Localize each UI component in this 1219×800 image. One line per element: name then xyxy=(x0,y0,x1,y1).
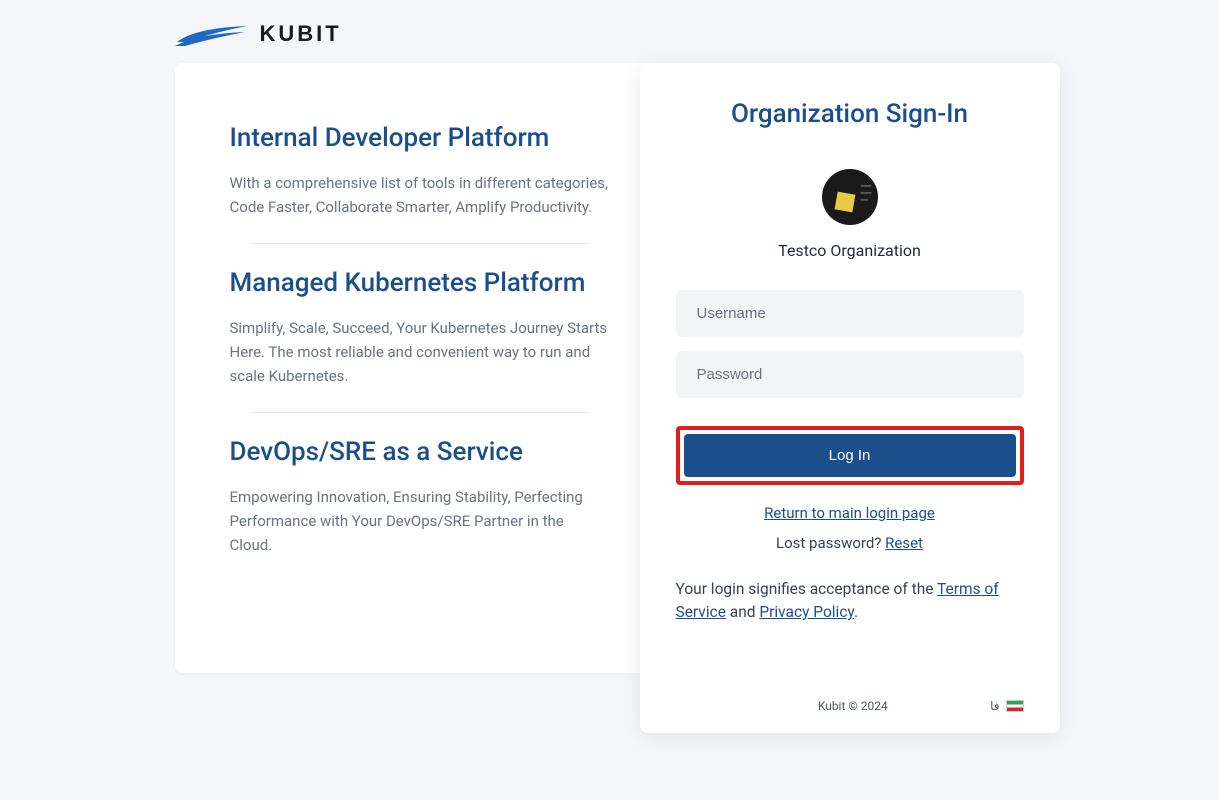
brand-name: KUBIT xyxy=(260,21,342,47)
divider xyxy=(250,412,590,413)
feature-title: Managed Kubernetes Platform xyxy=(230,268,610,298)
legal-text: Your login signifies acceptance of the T… xyxy=(676,578,1024,625)
feature-block: Managed Kubernetes Platform Simplify, Sc… xyxy=(230,268,610,388)
brand-logo: KUBIT xyxy=(175,20,1045,48)
flag-icon xyxy=(1006,700,1024,712)
feature-desc: Simplify, Scale, Succeed, Your Kubernete… xyxy=(230,316,610,388)
divider xyxy=(250,243,590,244)
logo-icon xyxy=(175,20,250,48)
return-main-login-link[interactable]: Return to main login page xyxy=(764,504,935,522)
username-input[interactable] xyxy=(676,290,1024,337)
footer-copyright: Kubit © 2024 xyxy=(716,699,991,713)
lang-label: فا xyxy=(990,699,999,713)
feature-desc: With a comprehensive list of tools in di… xyxy=(230,171,610,219)
feature-block: Internal Developer Platform With a compr… xyxy=(230,123,610,219)
login-panel: Organization Sign-In ━━━━━━━━ Testco Org… xyxy=(640,63,1060,733)
login-button[interactable]: Log In xyxy=(684,434,1016,477)
feature-block: DevOps/SRE as a Service Empowering Innov… xyxy=(230,437,610,557)
org-avatar: ━━━━━━━━ xyxy=(822,169,878,225)
privacy-policy-link[interactable]: Privacy Policy xyxy=(759,603,854,621)
lost-password-text: Lost password? Reset xyxy=(676,534,1024,552)
language-switcher[interactable]: فا xyxy=(990,699,1023,713)
password-input[interactable] xyxy=(676,351,1024,398)
org-name: Testco Organization xyxy=(676,241,1024,260)
reset-password-link[interactable]: Reset xyxy=(885,534,923,552)
feature-title: Internal Developer Platform xyxy=(230,123,610,153)
login-title: Organization Sign-In xyxy=(676,99,1024,129)
feature-desc: Empowering Innovation, Ensuring Stabilit… xyxy=(230,485,610,557)
login-button-highlight: Log In xyxy=(676,426,1024,485)
feature-title: DevOps/SRE as a Service xyxy=(230,437,610,467)
